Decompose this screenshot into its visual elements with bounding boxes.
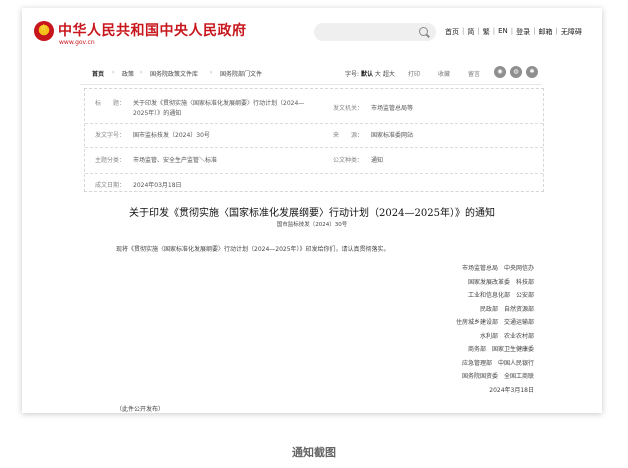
signer-line: 水利部 农业农村部 <box>479 332 534 340</box>
nav-home[interactable]: 首页 <box>442 27 462 37</box>
top-nav: 首页 | 简 | 繁 | EN | 登录 | 邮箱 | 无障碍 <box>442 27 585 37</box>
document-body: 现将《贯彻实施〈国家标准化发展纲要〉行动计划（2024—2025年）》印发给你们… <box>116 246 390 253</box>
screenshot-card: 中华人民共和国中央人民政府 www.gov.cn 首页| 简| 繁| EN| 登… <box>22 8 602 413</box>
info-doctype-value: 通知 <box>371 157 384 164</box>
search-icon[interactable] <box>419 27 428 36</box>
info-date-value: 2024年03月18日 <box>133 182 182 189</box>
info-issuer-value: 市场监管总局等 <box>371 105 414 112</box>
info-source-value: 国家标准委网站 <box>371 132 414 139</box>
nav-simplified[interactable]: 简 <box>464 27 477 37</box>
font-size-control: 字号: 默认 大 超大 <box>345 71 395 78</box>
site-header: 中华人民共和国中央人民政府 www.gov.cn 首页| 简| 繁| EN| 登… <box>22 8 602 60</box>
document-title: 关于印发《贯彻实施〈国家标准化发展纲要〉行动计划（2024—2025年）》的通知 <box>129 208 495 219</box>
signer-line: 应急管理部 中国人民银行 <box>461 359 534 367</box>
info-title-value: 关于印发《贯彻实施〈国家标准化发展纲要〉行动计划（2024— <box>133 100 305 107</box>
signer-line: 民政部 自然资源部 <box>479 305 534 313</box>
site-title[interactable]: 中华人民共和国中央人民政府 <box>58 20 247 40</box>
signer-line: 商务部 国家卫生健康委 <box>467 346 534 353</box>
info-docno-value: 国市监标技发〔2024〕30号 <box>133 132 210 139</box>
breadcrumb-policy-library[interactable]: 国务院政策文件库 <box>150 69 198 78</box>
signer-line: 国务院国资委 全国工商联 <box>461 373 534 380</box>
font-size-default[interactable]: 默认 <box>361 71 373 78</box>
font-size-xlarge[interactable]: 超大 <box>383 71 395 78</box>
signers-block: 市场监管总局 中央网信办 国家发展改革委 科技部 工业和信息化部 公安部 民政部… <box>374 262 534 397</box>
breadcrumb: 首页 › 政策 › 国务院政策文件库 › 国务院部门文件 字号: 默认 大 超大… <box>80 66 542 80</box>
search-input[interactable] <box>314 23 436 41</box>
signing-date: 2024年3月18日 <box>489 386 534 394</box>
comment-button[interactable]: 留言 <box>468 69 480 78</box>
divider <box>80 84 542 85</box>
nav-login[interactable]: 登录 <box>513 27 533 37</box>
info-topic-value: 市场监管、安全生产监管＼标准 <box>133 157 218 164</box>
site-url: www.gov.cn <box>59 39 95 46</box>
image-caption: 通知截图 <box>292 446 336 459</box>
signer-line: 住房城乡建设部 交通运输部 <box>455 319 534 326</box>
print-button[interactable]: 打印 <box>408 69 420 78</box>
nav-accessibility[interactable]: 无障碍 <box>558 27 585 37</box>
document-number: 国市监标技发〔2024〕30号 <box>276 222 348 228</box>
breadcrumb-policy[interactable]: 政策 <box>122 69 134 78</box>
breadcrumb-home[interactable]: 首页 <box>92 69 104 78</box>
share-wechat-icon[interactable]: ◍ <box>510 66 522 78</box>
signer-line: 国家发展改革委 科技部 <box>467 278 534 286</box>
nav-traditional[interactable]: 繁 <box>480 27 493 37</box>
national-emblem-icon <box>34 21 54 41</box>
favorite-button[interactable]: 收藏 <box>438 69 450 78</box>
document-info-table: 标 题： 关于印发《贯彻实施〈国家标准化发展纲要〉行动计划（2024— 2025… <box>84 88 544 192</box>
publication-note: （此件公开发布） <box>116 406 165 413</box>
nav-mailbox[interactable]: 邮箱 <box>535 27 555 37</box>
nav-english[interactable]: EN <box>495 27 511 37</box>
signer-line: 市场监管总局 中央网信办 <box>461 265 534 272</box>
breadcrumb-department-docs[interactable]: 国务院部门文件 <box>220 69 262 78</box>
info-title-value-cont: 2025年）》的通知 <box>133 110 182 117</box>
share-weibo-icon[interactable]: ◉ <box>494 66 506 78</box>
font-size-large[interactable]: 大 <box>375 71 381 78</box>
signer-line: 工业和信息化部 公安部 <box>467 292 534 299</box>
share-other-icon[interactable]: ✱ <box>526 66 538 78</box>
